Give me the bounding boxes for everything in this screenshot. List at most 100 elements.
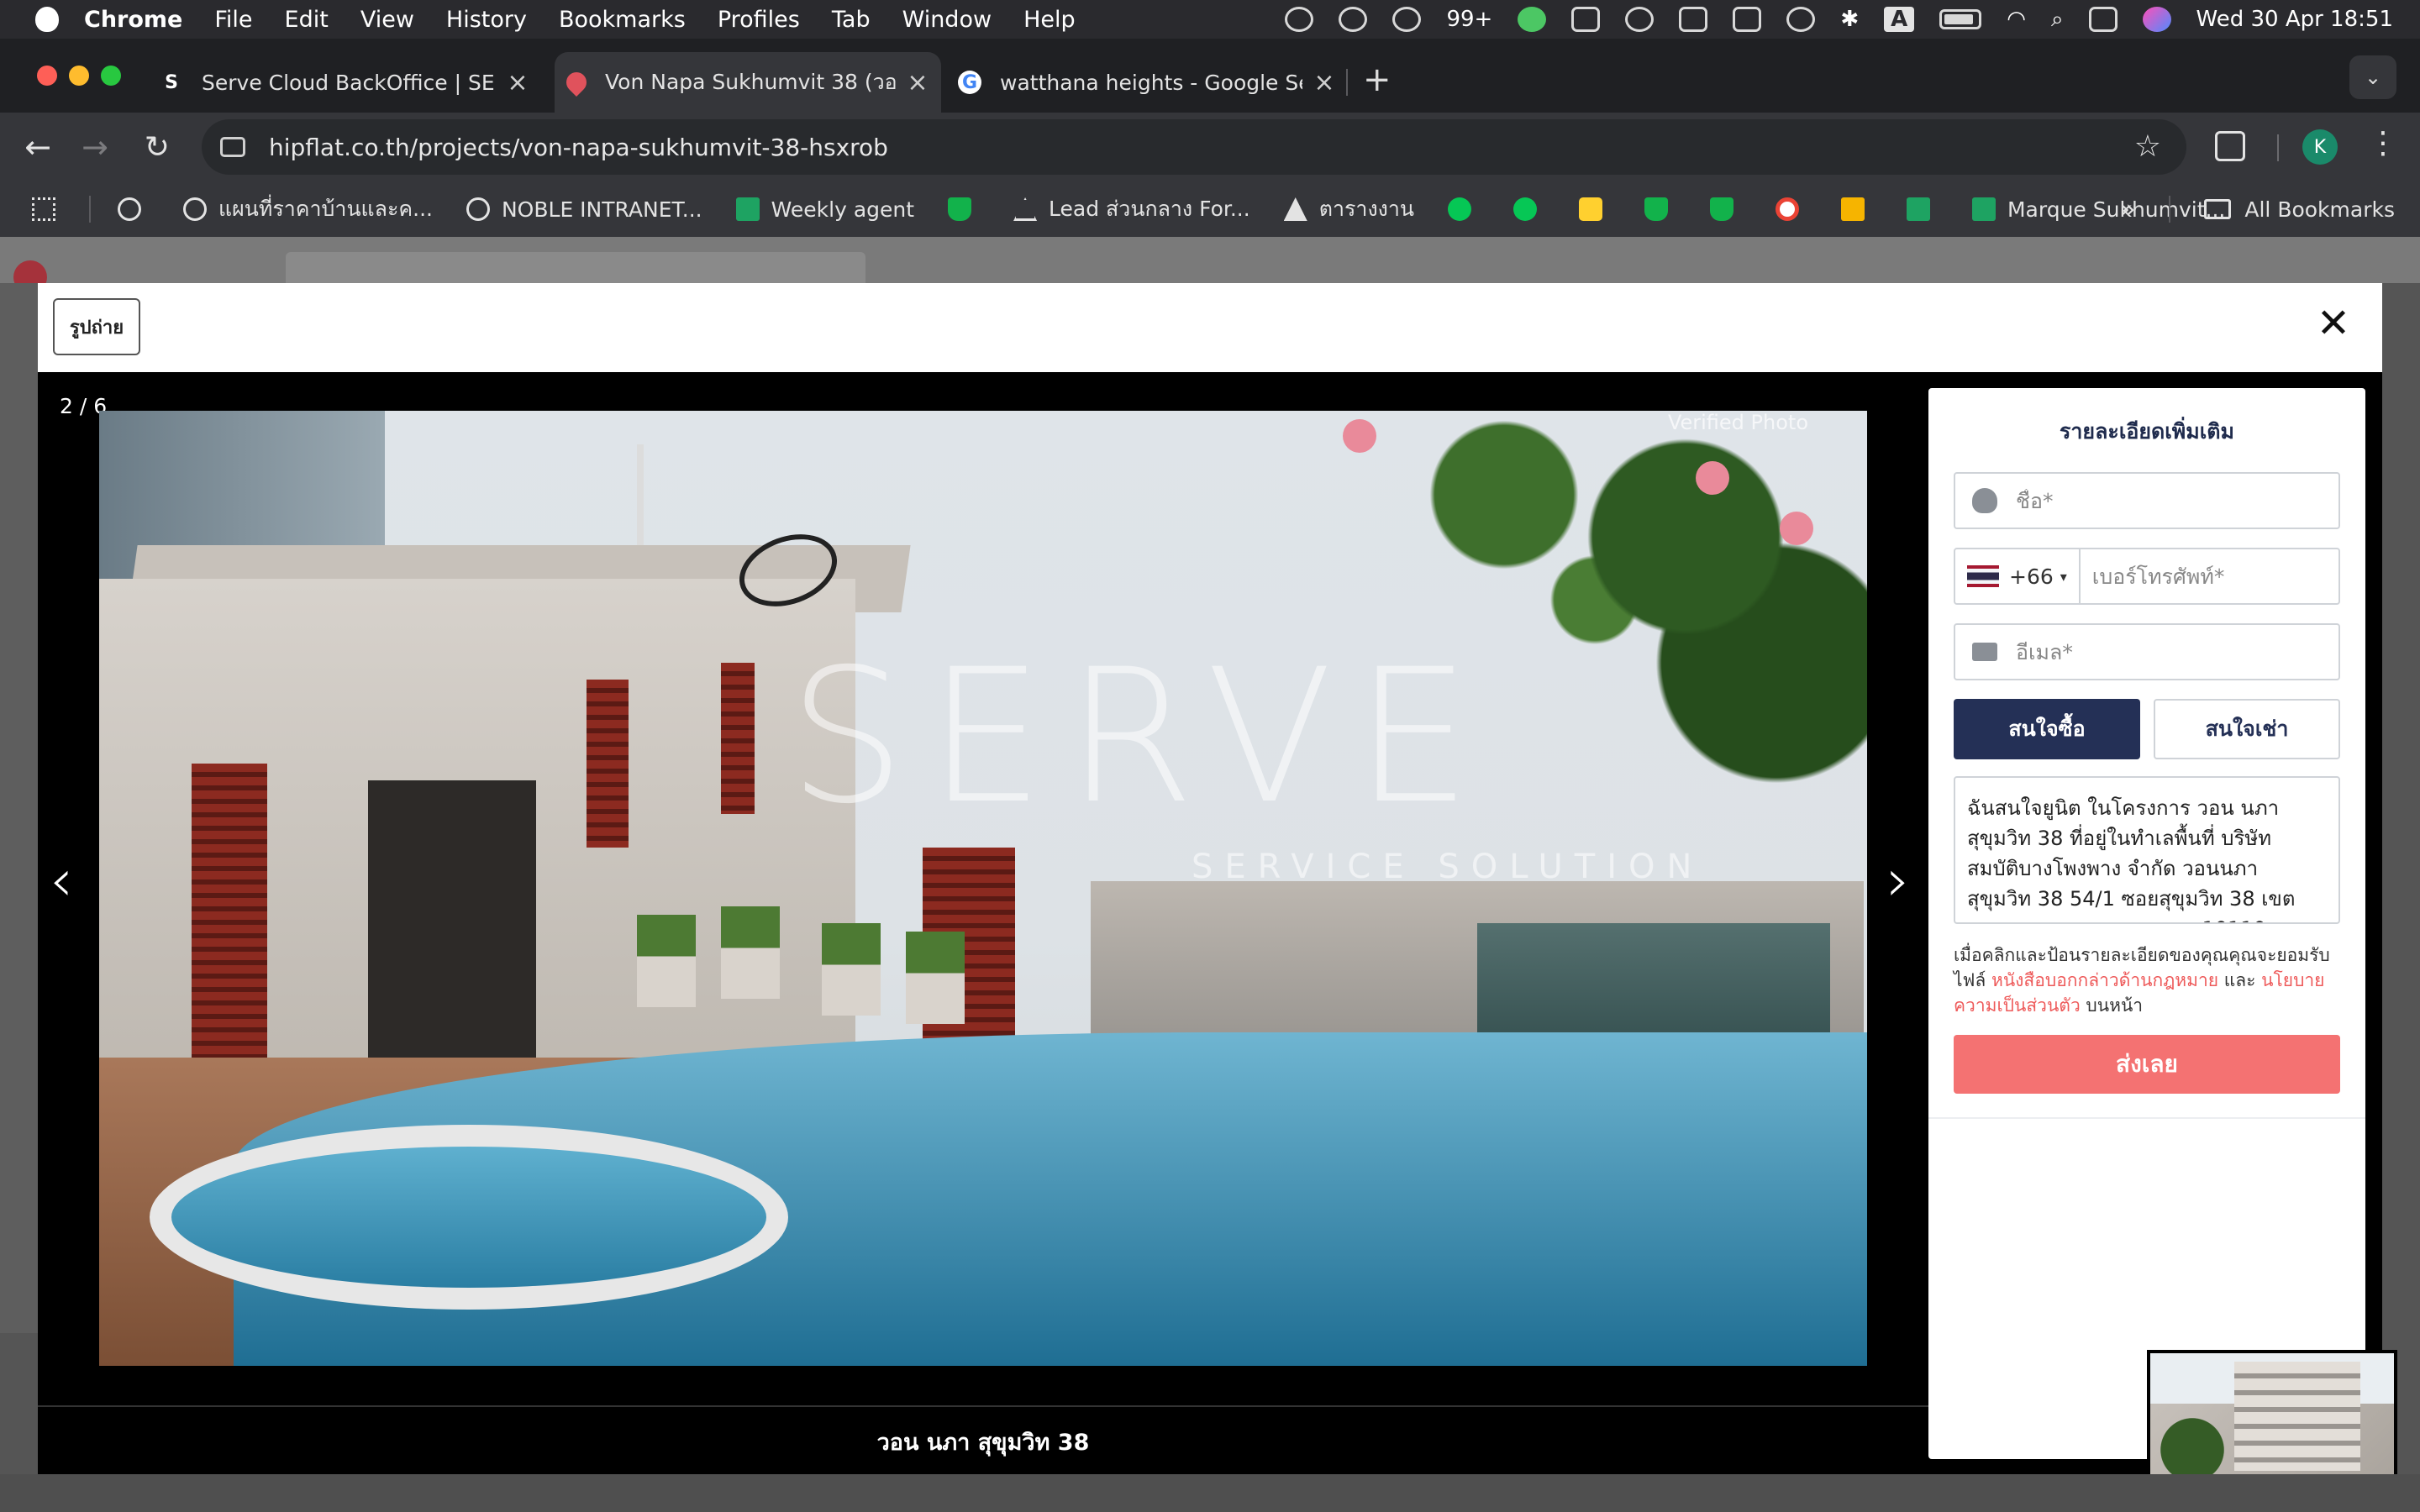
reload-icon[interactable]: ↻ [138,128,176,166]
bookmark-star-icon[interactable]: ☆ [2134,129,2161,164]
previous-photo-chevron-icon[interactable]: ‹ [50,846,73,915]
menu-tab[interactable]: Tab [832,7,871,33]
phone-field[interactable]: +66 ▾ [1954,548,2344,605]
input-source-icon[interactable]: A [1884,7,1915,32]
menu-edit[interactable]: Edit [285,7,329,33]
dropdown-caret-icon: ▾ [2060,568,2067,585]
all-bookmarks-folder[interactable]: All Bookmarks [2204,197,2395,222]
bookmark-line-4[interactable] [1709,197,1745,221]
serve-favicon-icon: S [165,71,178,93]
menubar-clock[interactable]: Wed 30 Apr 18:51 [2196,7,2393,32]
bookmark-line-green[interactable] [948,197,983,221]
bookmarks-right: » All Bookmarks [2120,181,2395,237]
bookmark-lead-form[interactable]: Lead ส่วนกลาง For... [1013,192,1250,226]
photo-shape [721,906,780,999]
menu-help[interactable]: Help [1023,7,1076,33]
menu-profiles[interactable]: Profiles [718,7,800,33]
menu-file[interactable]: File [214,7,252,33]
forward-arrow-icon[interactable]: → [76,128,114,166]
url-text[interactable]: hipflat.co.th/projects/von-napa-sukhumvi… [269,134,888,161]
bookmark-schedule[interactable]: ตารางงาน [1283,192,1414,226]
vpn-shield-icon[interactable] [1339,7,1368,32]
country-code-select[interactable]: +66 ▾ [1955,549,2081,603]
bookmark-slides[interactable] [1840,197,1876,221]
site-info-icon[interactable] [220,137,245,157]
line-icon[interactable] [1518,7,1547,32]
spotlight-search-icon[interactable]: ⌕ [2051,7,2064,33]
bookmark-google[interactable] [1775,197,1811,221]
next-photo-chevron-icon[interactable]: › [1886,846,1910,915]
page-bottom-dimmed [0,1474,2420,1512]
bookmark-price-map[interactable]: แผนที่ราคาบ้านและค... [183,192,433,226]
airdrop-icon[interactable] [1786,7,1816,32]
message-textarea[interactable]: ฉันสนใจยูนิต ในโครงการ วอน นภา สุขุมวิท … [1954,776,2340,924]
new-tab-plus-icon[interactable]: + [1363,60,1392,99]
send-button[interactable]: ส่งเลย [1954,1035,2340,1094]
address-bar[interactable]: hipflat.co.th/projects/von-napa-sukhumvi… [202,119,2186,175]
photos-tab-button[interactable]: รูปถ่าย [53,298,140,355]
bookmark-sheets[interactable] [1906,197,1942,221]
bookmark-globe[interactable] [118,197,153,221]
bookmark-label: NOBLE INTRANET... [501,197,702,222]
tab-serve-cloud[interactable]: S Serve Cloud BackOffice | SER × [160,52,529,113]
legal-notice-link[interactable]: หนังสือบอกกล่าวด้านกฎหมาย [1991,970,2218,990]
wechat-icon[interactable] [1392,7,1422,32]
window-close-button[interactable] [37,66,57,86]
consent-mid: และ [2218,970,2262,990]
bluetooth-icon[interactable]: ✱ [1840,7,1859,32]
bookmark-noble-intranet[interactable]: NOBLE INTRANET... [466,197,702,222]
phone-input[interactable] [2091,564,2344,589]
folder-icon [2204,199,2232,219]
back-arrow-icon[interactable]: ← [18,128,57,166]
wifi-icon[interactable]: ◠ [2007,7,2026,32]
email-field[interactable] [1954,623,2340,680]
window-zoom-button[interactable] [101,66,121,86]
display-icon[interactable] [1733,7,1762,32]
bookmark-weekly-agent[interactable]: Weekly agent [735,197,914,222]
tab-von-napa[interactable]: Von Napa Sukhumvit 38 (วอน × [555,52,941,113]
apps-grid-icon[interactable] [32,197,55,221]
close-icon[interactable]: ✕ [2308,298,2359,349]
bookmark-label: Lead ส่วนกลาง For... [1049,197,1250,221]
sheets-icon [1971,197,1996,221]
interested-buy-button[interactable]: สนใจซื้อ [1954,699,2140,759]
globe-icon [118,197,141,221]
window-stack-icon[interactable] [1571,7,1601,32]
notification-center-icon[interactable] [1285,7,1314,32]
siri-icon[interactable] [2142,7,2171,32]
bookmark-miro[interactable] [1578,197,1614,221]
extensions-puzzle-icon[interactable] [2215,131,2245,161]
menu-window[interactable]: Window [902,7,992,33]
globe-status-icon[interactable] [1625,7,1655,32]
tab-google-search[interactable]: G watthana heights - Google Se × [958,52,1336,113]
bookmark-line-2[interactable] [1512,197,1549,221]
interested-rent-button[interactable]: สนใจเช่า [2154,699,2340,759]
consent-suffix: บนหน้า [2080,995,2144,1016]
apple-logo-icon[interactable] [35,7,59,32]
photo-thumbnail[interactable] [2147,1350,2397,1493]
name-field[interactable] [1954,472,2340,529]
modal-header: รูปถ่าย ✕ [38,283,2382,372]
tab-close-icon[interactable]: × [906,68,929,97]
email-input[interactable] [2016,639,2318,664]
tab-search-chevron-icon[interactable]: ⌄ [2349,55,2396,99]
more-bookmarks-chevron-icon[interactable]: » [2120,195,2135,224]
menu-history[interactable]: History [446,7,527,33]
bookmark-line-3[interactable] [1644,197,1680,221]
project-caption: วอน นภา สุขุมวิท 38 [876,1429,1090,1456]
profile-avatar[interactable]: K [2302,129,2338,165]
hipflat-favicon-icon [562,68,591,97]
drive-status-icon[interactable] [1679,7,1708,32]
menu-bookmarks[interactable]: Bookmarks [559,7,686,33]
bookmark-line-1[interactable] [1447,197,1483,221]
name-input[interactable] [2016,488,2318,513]
window-minimize-button[interactable] [69,66,89,86]
menu-view[interactable]: View [360,7,414,33]
battery-icon[interactable] [1939,9,1982,29]
menu-app-chrome[interactable]: Chrome [84,7,182,33]
consent-text: เมื่อคลิกและป้อนรายละเอียดของคุณคุณจะยอม… [1954,942,2349,1018]
tab-close-icon[interactable]: × [1313,68,1336,97]
tab-close-icon[interactable]: × [506,68,529,97]
chrome-menu-kebab-icon[interactable]: ⋮ [2368,126,2398,160]
control-center-icon[interactable] [2088,7,2118,32]
